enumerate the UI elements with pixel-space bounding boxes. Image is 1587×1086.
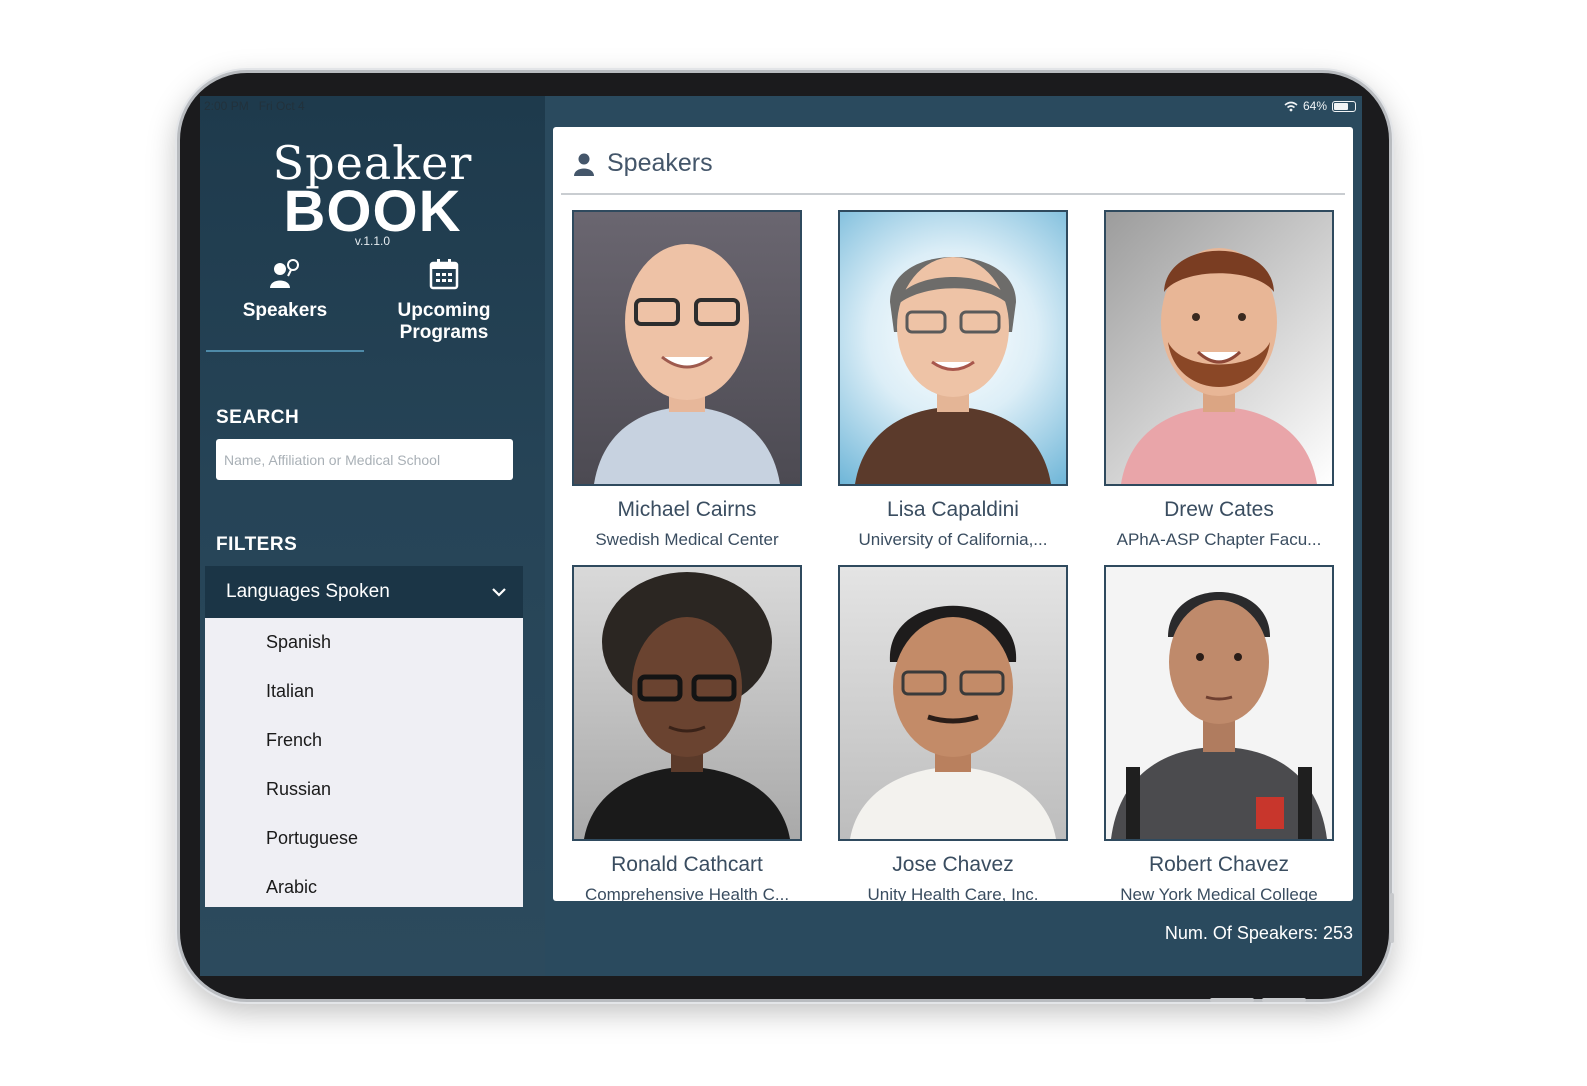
app-screen: 2:00 PM Fri Oct 4 Speaker BOOK v.1.1.0 S… bbox=[200, 96, 1362, 976]
status-time: 2:00 PM Fri Oct 4 bbox=[204, 99, 305, 113]
speaker-photo bbox=[572, 565, 802, 841]
panel-header: Speakers bbox=[571, 149, 713, 178]
device-button bbox=[1390, 893, 1394, 943]
speaker-affiliation: New York Medical College bbox=[1120, 885, 1318, 901]
filter-option-spanish[interactable]: Spanish bbox=[205, 618, 523, 667]
filter-option-french[interactable]: French bbox=[205, 716, 523, 765]
calendar-icon bbox=[429, 259, 459, 290]
nav-active-indicator bbox=[206, 350, 364, 352]
speaker-name: Robert Chavez bbox=[1148, 853, 1290, 876]
speaker-card[interactable]: Lisa Capaldini University of California,… bbox=[838, 210, 1068, 550]
speaker-photo bbox=[1104, 565, 1334, 841]
device-button bbox=[1210, 998, 1254, 1002]
chevron-down-icon bbox=[492, 588, 506, 597]
speaker-affiliation: Swedish Medical Center bbox=[595, 530, 779, 549]
nav-upcoming-programs[interactable]: Upcoming Programs bbox=[365, 256, 523, 344]
sidebar: 2:00 PM Fri Oct 4 Speaker BOOK v.1.1.0 S… bbox=[200, 96, 545, 976]
status-indicators: 64% bbox=[1284, 99, 1356, 113]
nav-speakers-label: Speakers bbox=[242, 300, 328, 321]
speaker-card[interactable]: Drew Cates APhA-ASP Chapter Facu... bbox=[1104, 210, 1334, 550]
filter-option-arabic[interactable]: Arabic bbox=[205, 863, 523, 907]
speaker-card[interactable]: Jose Chavez Unity Health Care, Inc. bbox=[838, 565, 1068, 901]
speaker-name: Jose Chavez bbox=[892, 853, 1014, 876]
filters-label: FILTERS bbox=[216, 534, 298, 555]
filter-option-italian[interactable]: Italian bbox=[205, 667, 523, 716]
status-time-text: 2:00 PM bbox=[204, 99, 249, 113]
speaker-photo bbox=[572, 210, 802, 486]
app-version: v.1.1.0 bbox=[354, 234, 391, 248]
panel-divider bbox=[561, 193, 1345, 195]
nav-speakers[interactable]: Speakers bbox=[206, 256, 364, 322]
speaker-name: Lisa Capaldini bbox=[887, 498, 1019, 521]
speaker-affiliation: Unity Health Care, Inc. bbox=[867, 885, 1039, 901]
speaker-name: Michael Cairns bbox=[617, 498, 757, 521]
device-button bbox=[1262, 998, 1306, 1002]
person-icon bbox=[574, 153, 594, 176]
filter-option-portuguese[interactable]: Portuguese bbox=[205, 814, 523, 863]
wifi-icon bbox=[1284, 101, 1298, 111]
nav-programs-label-1: Upcoming bbox=[397, 300, 491, 321]
speaker-name: Drew Cates bbox=[1164, 498, 1274, 521]
filter-languages-title: Languages Spoken bbox=[226, 581, 390, 602]
speaker-affiliation: University of California,... bbox=[858, 530, 1048, 549]
speaker-photo bbox=[838, 565, 1068, 841]
search-input[interactable] bbox=[216, 439, 513, 480]
speaker-count: Num. Of Speakers: 253 bbox=[1164, 923, 1353, 943]
search-label: SEARCH bbox=[216, 407, 300, 428]
battery-icon bbox=[1332, 100, 1356, 112]
speaker-icon bbox=[270, 259, 299, 288]
filter-languages-header[interactable]: Languages Spoken bbox=[205, 566, 523, 618]
filter-languages-list: Spanish Italian French Russian Portugues… bbox=[205, 618, 523, 907]
speaker-affiliation: APhA-ASP Chapter Facu... bbox=[1116, 530, 1322, 549]
speaker-photo bbox=[838, 210, 1068, 486]
speakers-panel: Speakers Michael Cairns Swedish Medical … bbox=[553, 127, 1353, 901]
status-date-text: Fri Oct 4 bbox=[258, 99, 305, 113]
speaker-name: Ronald Cathcart bbox=[611, 853, 763, 876]
battery-percent: 64% bbox=[1302, 99, 1327, 113]
speaker-card[interactable]: Robert Chavez New York Medical College bbox=[1104, 565, 1334, 901]
speaker-photo bbox=[1104, 210, 1334, 486]
panel-title: Speakers bbox=[607, 149, 713, 177]
speaker-card[interactable]: Michael Cairns Swedish Medical Center bbox=[572, 210, 802, 550]
filter-option-russian[interactable]: Russian bbox=[205, 765, 523, 814]
nav-programs-label-2: Programs bbox=[399, 322, 489, 343]
speaker-affiliation: Comprehensive Health C... bbox=[584, 885, 790, 901]
speaker-card[interactable]: Ronald Cathcart Comprehensive Health C..… bbox=[572, 565, 802, 901]
